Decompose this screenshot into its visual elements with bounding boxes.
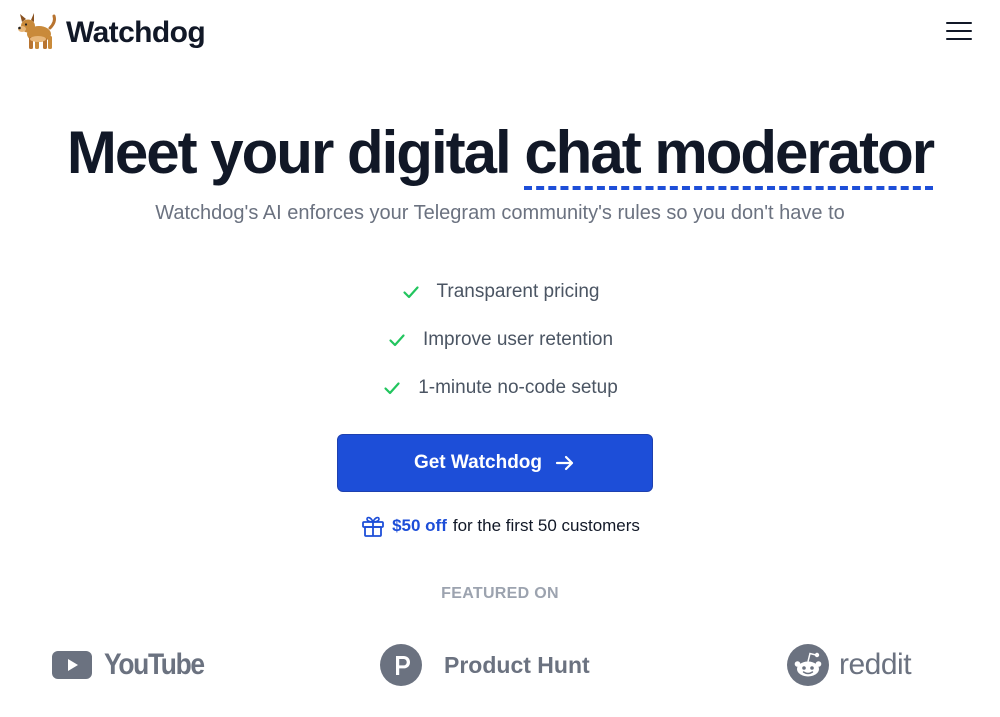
page-headline: Meet your digital chat moderator [0, 118, 1000, 190]
reddit-wordmark: reddit [839, 648, 912, 681]
reddit-logo: reddit [787, 644, 912, 686]
page-subheadline: Watchdog's AI enforces your Telegram com… [155, 202, 845, 224]
gift-icon [362, 516, 384, 537]
product-hunt-wordmark: Product Hunt [444, 651, 590, 678]
promo-note: $50 off for the first 50 customers [0, 513, 1000, 539]
youtube-wordmark: YouTube [104, 648, 205, 681]
brand-link[interactable]: Watchdog [16, 12, 206, 54]
get-watchdog-button[interactable]: Get Watchdog [337, 434, 653, 492]
arrow-right-icon [555, 455, 574, 471]
cta-label: Get Watchdog [413, 452, 543, 473]
site-header: Watchdog [0, 0, 1000, 70]
youtube-icon [52, 651, 92, 679]
youtube-logo: YouTube [52, 648, 217, 682]
headline-highlight: chat moderator [524, 119, 935, 190]
feature-label: 1-minute no-code setup [418, 377, 618, 398]
reddit-icon [787, 644, 829, 686]
promo-text: for the first 50 customers [452, 516, 640, 535]
check-icon [384, 382, 400, 395]
feature-list: Transparent pricing Improve user retenti… [0, 268, 1000, 412]
check-icon [402, 286, 419, 299]
feature-item: 1-minute no-code setup [0, 364, 1000, 412]
hamburger-menu-icon[interactable] [946, 22, 972, 42]
feature-label: Improve user retention [422, 329, 614, 350]
product-hunt-icon [380, 644, 422, 686]
dog-emoji-icon [18, 13, 56, 49]
feature-label: Transparent pricing [436, 281, 600, 302]
featured-on-label: FEATURED ON [441, 585, 559, 602]
featured-logos: YouTube Product Hunt reddit [0, 640, 1000, 700]
brand-name: Watchdog [66, 16, 206, 49]
product-hunt-logo: Product Hunt [380, 644, 590, 686]
feature-item: Improve user retention [0, 316, 1000, 364]
feature-item: Transparent pricing [0, 268, 1000, 316]
promo-offer: $50 off [392, 516, 447, 535]
headline-prefix: Meet your digital [66, 119, 512, 186]
check-icon [389, 334, 405, 347]
